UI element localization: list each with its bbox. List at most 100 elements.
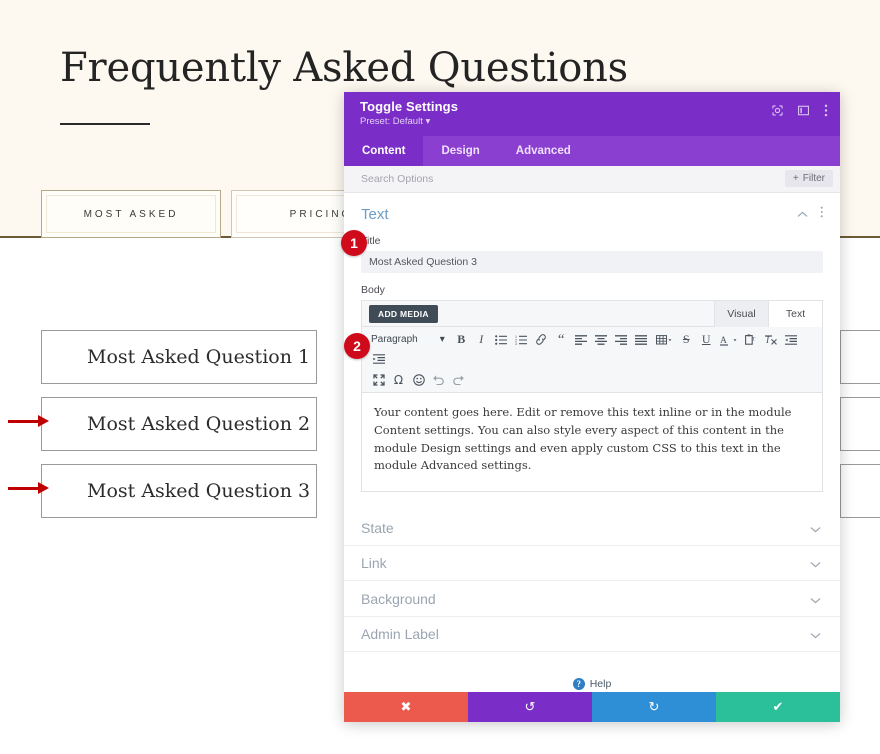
- align-left-icon[interactable]: [572, 331, 591, 348]
- help-label: Help: [589, 678, 612, 691]
- clear-formatting-icon[interactable]: I: [762, 331, 781, 348]
- faq-toggle-2[interactable]: Most Asked Question 2: [41, 397, 317, 451]
- faq-toggle-right-3[interactable]: [840, 464, 880, 518]
- section-label: Background: [361, 590, 436, 607]
- modal-title: Toggle Settings: [360, 99, 459, 114]
- cancel-button[interactable]: ✖: [344, 692, 468, 722]
- tab-design[interactable]: Design: [423, 136, 497, 166]
- svg-text:T: T: [752, 337, 756, 343]
- section-state[interactable]: State: [344, 510, 840, 546]
- chevron-down-icon: [810, 591, 821, 607]
- toggle-settings-modal: Toggle Settings Preset: Default ▾ Conten…: [344, 92, 840, 722]
- italic-icon[interactable]: I: [472, 331, 491, 348]
- arrow-shaft: [8, 420, 40, 423]
- text-color-icon[interactable]: A: [717, 331, 741, 348]
- strikethrough-icon[interactable]: S: [677, 331, 696, 348]
- modal-header-actions: [772, 104, 828, 117]
- chevron-down-icon: [810, 555, 821, 571]
- align-justify-icon[interactable]: [632, 331, 651, 348]
- tab-content[interactable]: Content: [344, 136, 424, 166]
- preset-label: Preset: Default: [360, 116, 423, 127]
- faq-toggle-right-2[interactable]: [840, 397, 880, 451]
- check-icon: ✔: [772, 699, 784, 714]
- title-input[interactable]: Most Asked Question 3: [361, 251, 823, 273]
- page-title: Frequently Asked Questions: [60, 45, 628, 91]
- tab-advanced[interactable]: Advanced: [498, 136, 589, 166]
- section-text-header[interactable]: Text: [344, 193, 840, 229]
- numbered-list-icon[interactable]: 123: [512, 331, 531, 348]
- filter-button-label: Filter: [802, 173, 825, 184]
- modal-preset-selector[interactable]: Preset: Default ▾: [360, 116, 826, 127]
- modal-body: Text Title Most Asked Question 3 Body AD…: [344, 193, 840, 692]
- annotation-arrow-toggle-3: [8, 481, 50, 497]
- undo-button[interactable]: ↺: [468, 692, 592, 722]
- filter-button[interactable]: + Filter: [784, 170, 833, 187]
- help-icon: ?: [572, 678, 585, 691]
- modal-header: Toggle Settings Preset: Default ▾: [344, 92, 840, 136]
- editor-content-area[interactable]: Your content goes here. Edit or remove t…: [362, 393, 822, 492]
- undo-icon[interactable]: [429, 371, 448, 388]
- body-field-label: Body: [361, 284, 385, 296]
- table-icon[interactable]: [652, 331, 676, 348]
- section-label: Link: [361, 555, 387, 571]
- faq-toggle-right-1[interactable]: [840, 330, 880, 384]
- modal-tab-bar: Content Design Advanced: [344, 136, 840, 166]
- special-character-icon[interactable]: Ω: [389, 371, 408, 388]
- more-vertical-icon[interactable]: [824, 104, 828, 117]
- align-center-icon[interactable]: [592, 331, 611, 348]
- more-vertical-icon[interactable]: [820, 205, 824, 223]
- bold-icon[interactable]: B: [452, 331, 471, 348]
- chevron-down-icon: ▾: [439, 334, 445, 345]
- chevron-down-icon: [810, 626, 821, 642]
- arrow-head: [38, 415, 49, 427]
- section-link[interactable]: Link: [344, 546, 840, 582]
- chevron-down-icon: [810, 520, 821, 536]
- align-right-icon[interactable]: [612, 331, 631, 348]
- section-background[interactable]: Background: [344, 581, 840, 617]
- faq-tab-most-asked[interactable]: MOST ASKED: [41, 190, 221, 238]
- redo-button[interactable]: ↻: [592, 692, 716, 722]
- underline-icon[interactable]: U: [697, 331, 716, 348]
- bulleted-list-icon[interactable]: [492, 331, 511, 348]
- blockquote-icon[interactable]: “: [552, 331, 571, 348]
- format-select[interactable]: Paragraph ▾: [369, 331, 451, 348]
- faq-toggle-title: Most Asked Question 2: [87, 413, 311, 435]
- save-button[interactable]: ✔: [716, 692, 840, 722]
- section-admin-label[interactable]: Admin Label: [344, 617, 840, 653]
- faq-toggle-1[interactable]: Most Asked Question 1: [41, 330, 317, 384]
- outdent-icon[interactable]: [782, 331, 801, 348]
- add-media-button[interactable]: ADD MEDIA: [369, 304, 438, 323]
- faq-toggle-title: Most Asked Question 1: [87, 346, 311, 368]
- search-input[interactable]: Search Options: [361, 173, 433, 185]
- redo-icon[interactable]: [449, 371, 468, 388]
- link-icon[interactable]: [532, 331, 551, 348]
- modal-action-bar: ✖ ↺ ↻ ✔: [344, 692, 840, 722]
- editor-toolbar: Paragraph ▾ B I 123 “ S U A T I Ω: [362, 327, 822, 393]
- format-select-label: Paragraph: [371, 334, 418, 345]
- annotation-badge-1: 1: [341, 230, 367, 256]
- editor-mode-tabs: Visual Text: [714, 301, 822, 327]
- fullscreen-icon[interactable]: [369, 371, 388, 388]
- emoji-icon[interactable]: [409, 371, 428, 388]
- faq-tab-label: MOST ASKED: [83, 208, 179, 220]
- search-options-bar: Search Options + Filter: [344, 166, 840, 193]
- faq-toggle-title: Most Asked Question 3: [87, 480, 311, 502]
- panel-layout-icon[interactable]: [798, 105, 809, 116]
- arrow-head: [38, 482, 49, 494]
- annotation-badge-2: 2: [344, 333, 370, 359]
- indent-icon[interactable]: [369, 350, 388, 367]
- close-icon: ✖: [400, 699, 412, 714]
- chevron-down-icon: ▾: [425, 116, 431, 127]
- paste-as-text-icon[interactable]: T: [742, 331, 761, 348]
- tab-text[interactable]: Text: [768, 301, 822, 327]
- help-link[interactable]: ? Help: [344, 652, 840, 691]
- faq-tab-label: PRICING: [289, 208, 353, 220]
- plus-icon: +: [792, 173, 799, 184]
- section-header-actions: [797, 205, 824, 223]
- chevron-up-icon[interactable]: [797, 205, 808, 223]
- faq-toggle-3[interactable]: Most Asked Question 3: [41, 464, 317, 518]
- faq-toggle-column-left: Most Asked Question 1 Most Asked Questio…: [41, 330, 317, 531]
- tab-visual[interactable]: Visual: [714, 301, 768, 327]
- expand-icon[interactable]: [772, 105, 783, 116]
